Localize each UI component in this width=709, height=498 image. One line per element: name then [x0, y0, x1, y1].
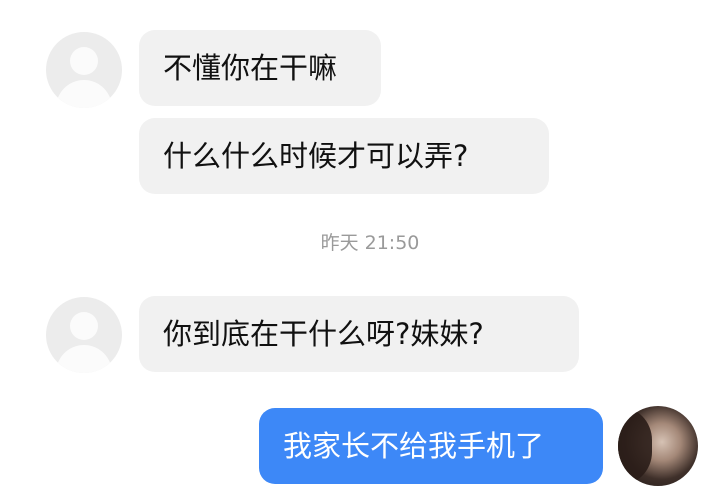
avatar-person-icon-body — [56, 80, 112, 108]
self-avatar-photo — [618, 406, 652, 486]
contact-avatar[interactable] — [46, 297, 122, 373]
message-timestamp: 昨天 21:50 — [320, 232, 420, 254]
outgoing-message-bubble[interactable]: 我家长不给我手机了 — [259, 408, 603, 484]
incoming-message-bubble[interactable]: 不懂你在干嘛 — [139, 30, 381, 106]
avatar-person-icon-body — [56, 345, 112, 373]
avatar-person-icon-head — [70, 47, 98, 75]
incoming-message-bubble[interactable]: 你到底在干什么呀?妹妹? — [139, 296, 579, 372]
incoming-message-bubble[interactable]: 什么什么时候才可以弄? — [139, 118, 549, 194]
contact-avatar[interactable] — [46, 32, 122, 108]
self-avatar[interactable] — [618, 406, 698, 486]
avatar-person-icon-head — [70, 312, 98, 340]
